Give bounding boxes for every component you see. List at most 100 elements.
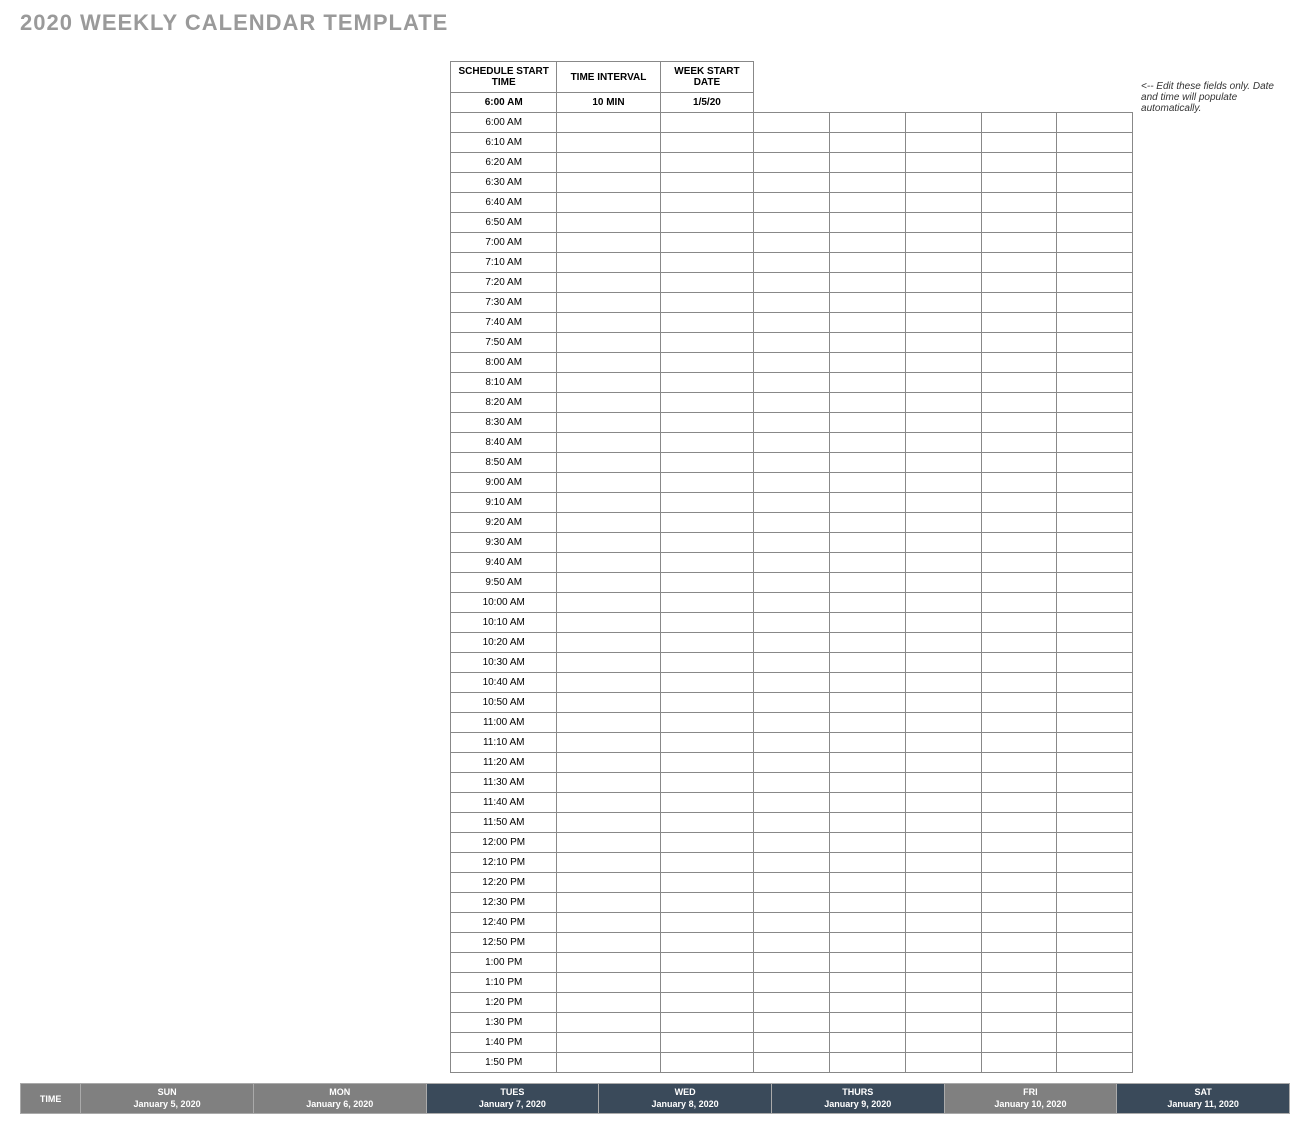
calendar-slot[interactable] (981, 733, 1057, 753)
calendar-slot[interactable] (557, 533, 660, 553)
calendar-slot[interactable] (1057, 893, 1133, 913)
calendar-slot[interactable] (905, 553, 981, 573)
calendar-slot[interactable] (1057, 993, 1133, 1013)
calendar-slot[interactable] (660, 313, 754, 333)
calendar-slot[interactable] (830, 273, 906, 293)
calendar-slot[interactable] (557, 293, 660, 313)
calendar-slot[interactable] (754, 193, 830, 213)
calendar-slot[interactable] (905, 1013, 981, 1033)
calendar-slot[interactable] (905, 933, 981, 953)
calendar-slot[interactable] (754, 473, 830, 493)
calendar-slot[interactable] (830, 553, 906, 573)
calendar-slot[interactable] (905, 393, 981, 413)
calendar-slot[interactable] (557, 953, 660, 973)
calendar-slot[interactable] (830, 333, 906, 353)
calendar-slot[interactable] (905, 533, 981, 553)
calendar-slot[interactable] (754, 993, 830, 1013)
calendar-slot[interactable] (754, 393, 830, 413)
calendar-slot[interactable] (981, 153, 1057, 173)
calendar-slot[interactable] (660, 233, 754, 253)
calendar-slot[interactable] (1057, 453, 1133, 473)
config-value-week[interactable]: 1/5/20 (660, 93, 754, 113)
calendar-slot[interactable] (1057, 693, 1133, 713)
calendar-slot[interactable] (557, 213, 660, 233)
calendar-slot[interactable] (557, 673, 660, 693)
calendar-slot[interactable] (754, 513, 830, 533)
calendar-slot[interactable] (557, 1033, 660, 1053)
calendar-slot[interactable] (981, 573, 1057, 593)
calendar-slot[interactable] (830, 673, 906, 693)
calendar-slot[interactable] (905, 613, 981, 633)
calendar-slot[interactable] (557, 413, 660, 433)
calendar-slot[interactable] (557, 913, 660, 933)
calendar-slot[interactable] (1057, 573, 1133, 593)
calendar-slot[interactable] (905, 473, 981, 493)
calendar-slot[interactable] (981, 133, 1057, 153)
calendar-slot[interactable] (754, 753, 830, 773)
calendar-slot[interactable] (830, 913, 906, 933)
calendar-slot[interactable] (557, 473, 660, 493)
calendar-slot[interactable] (830, 353, 906, 373)
calendar-slot[interactable] (830, 393, 906, 413)
calendar-slot[interactable] (754, 633, 830, 653)
calendar-slot[interactable] (660, 793, 754, 813)
calendar-slot[interactable] (1057, 773, 1133, 793)
calendar-slot[interactable] (557, 453, 660, 473)
calendar-slot[interactable] (1057, 233, 1133, 253)
calendar-slot[interactable] (557, 553, 660, 573)
calendar-slot[interactable] (754, 833, 830, 853)
calendar-slot[interactable] (754, 273, 830, 293)
calendar-slot[interactable] (660, 593, 754, 613)
calendar-slot[interactable] (830, 313, 906, 333)
calendar-slot[interactable] (1057, 193, 1133, 213)
calendar-slot[interactable] (1057, 213, 1133, 233)
calendar-slot[interactable] (660, 1013, 754, 1033)
calendar-slot[interactable] (754, 553, 830, 573)
calendar-slot[interactable] (557, 793, 660, 813)
calendar-slot[interactable] (830, 193, 906, 213)
calendar-slot[interactable] (905, 373, 981, 393)
calendar-slot[interactable] (981, 673, 1057, 693)
calendar-slot[interactable] (754, 693, 830, 713)
calendar-slot[interactable] (1057, 493, 1133, 513)
calendar-slot[interactable] (557, 693, 660, 713)
calendar-slot[interactable] (1057, 1053, 1133, 1073)
calendar-slot[interactable] (754, 153, 830, 173)
calendar-slot[interactable] (830, 513, 906, 533)
calendar-slot[interactable] (1057, 673, 1133, 693)
calendar-slot[interactable] (557, 253, 660, 273)
calendar-slot[interactable] (1057, 173, 1133, 193)
calendar-slot[interactable] (557, 393, 660, 413)
calendar-slot[interactable] (905, 153, 981, 173)
calendar-slot[interactable] (830, 373, 906, 393)
calendar-slot[interactable] (1057, 513, 1133, 533)
calendar-slot[interactable] (905, 913, 981, 933)
calendar-slot[interactable] (1057, 273, 1133, 293)
calendar-slot[interactable] (981, 353, 1057, 373)
calendar-slot[interactable] (754, 893, 830, 913)
calendar-slot[interactable] (1057, 633, 1133, 653)
calendar-slot[interactable] (557, 773, 660, 793)
calendar-slot[interactable] (754, 333, 830, 353)
calendar-slot[interactable] (660, 353, 754, 373)
calendar-slot[interactable] (660, 373, 754, 393)
calendar-slot[interactable] (660, 1033, 754, 1053)
calendar-slot[interactable] (981, 513, 1057, 533)
calendar-slot[interactable] (830, 773, 906, 793)
calendar-slot[interactable] (830, 793, 906, 813)
calendar-slot[interactable] (1057, 333, 1133, 353)
calendar-slot[interactable] (660, 633, 754, 653)
calendar-slot[interactable] (1057, 1033, 1133, 1053)
calendar-slot[interactable] (754, 853, 830, 873)
calendar-slot[interactable] (905, 333, 981, 353)
calendar-slot[interactable] (557, 1053, 660, 1073)
calendar-slot[interactable] (660, 393, 754, 413)
calendar-slot[interactable] (660, 113, 754, 133)
calendar-slot[interactable] (660, 413, 754, 433)
calendar-slot[interactable] (905, 233, 981, 253)
calendar-slot[interactable] (660, 273, 754, 293)
calendar-slot[interactable] (1057, 473, 1133, 493)
calendar-slot[interactable] (905, 573, 981, 593)
calendar-slot[interactable] (830, 133, 906, 153)
calendar-slot[interactable] (754, 933, 830, 953)
